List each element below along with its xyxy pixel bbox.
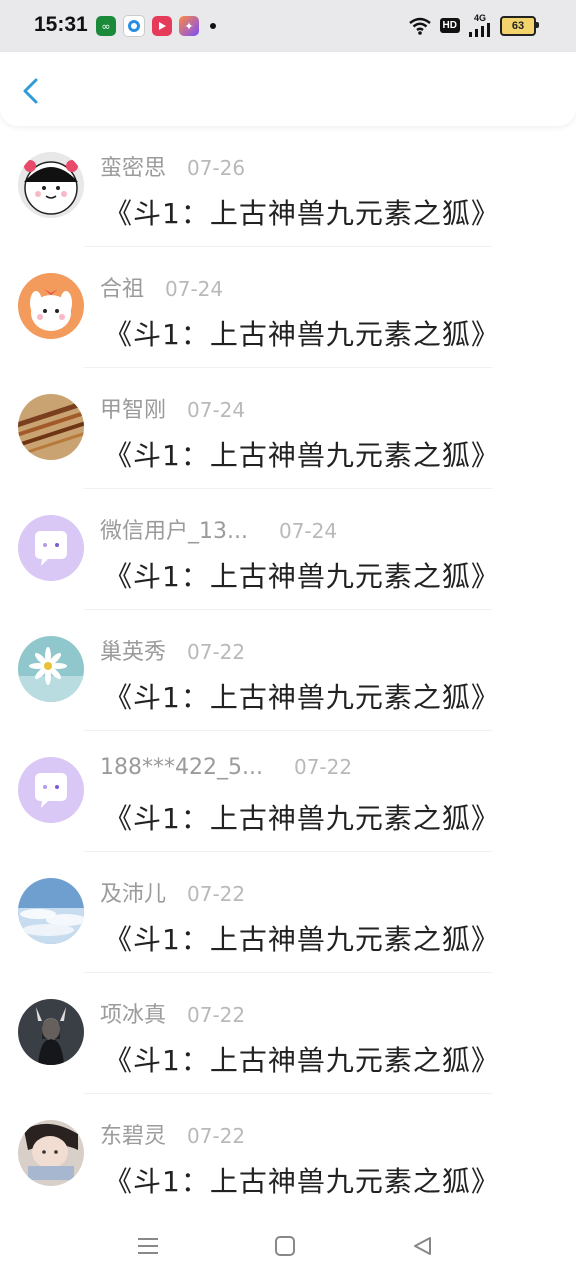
comment-text: 《斗1：上古神兽九元素之狐》 [104,681,500,714]
status-time: 15:31 [34,13,88,36]
more-notifications-dot [210,23,216,29]
back-button[interactable] [18,74,48,108]
notification-icons: ∞ ✦ [96,15,216,37]
home-square-icon [275,1236,295,1256]
comment-header: 微信用户_13... 07-24 [100,513,338,545]
list-item[interactable]: 微信用户_13... 07-24 《斗1：上古神兽九元素之狐》 [0,489,576,610]
comment-header: 188***422_5... 07-22 [100,755,352,785]
nav-back-button[interactable] [408,1232,436,1260]
comment-header: 巢英秀 07-22 [100,634,246,666]
avatar[interactable] [18,515,84,581]
comment-date: 07-22 [293,755,353,779]
comment-date: 07-22 [187,882,246,906]
user-name[interactable]: 微信用户_13... [100,513,248,545]
comment-header: 项冰真 07-22 [100,997,246,1029]
browser-notification-icon [123,15,145,37]
nav-menu-button[interactable] [134,1232,162,1260]
avatar[interactable] [18,394,84,460]
comment-date: 07-24 [278,519,338,543]
app-header [0,52,576,126]
back-triangle-icon [414,1237,431,1255]
comment-date: 07-24 [165,277,224,301]
avatar[interactable] [18,636,84,702]
user-name[interactable]: 甲智刚 [100,392,166,424]
signal-icon [469,23,490,37]
user-name[interactable]: 巢英秀 [100,634,166,666]
user-name[interactable]: 蛮密思 [100,150,166,182]
system-navigation-bar [0,1210,576,1280]
avatar[interactable] [18,757,84,823]
comment-date: 07-22 [187,1124,246,1148]
signal-group: 4G [468,14,492,37]
user-name[interactable]: 东碧灵 [100,1118,166,1150]
comment-date: 07-26 [187,156,246,180]
list-item[interactable]: 甲智刚 07-24 《斗1：上古神兽九元素之狐》 [0,368,576,489]
user-name[interactable]: 188***422_5... [100,755,263,780]
gallery-notification-icon: ✦ [179,16,199,36]
chevron-left-icon [23,78,38,104]
status-bar: 15:31 ∞ ✦ HD 4G 63 [0,0,576,52]
comment-date: 07-22 [187,1003,246,1027]
app-notification-icon: ∞ [96,16,116,36]
avatar[interactable] [18,273,84,339]
list-item[interactable]: 巢英秀 07-22 《斗1：上古神兽九元素之狐》 [0,610,576,731]
comment-date: 07-24 [187,398,246,422]
comment-text: 《斗1：上古神兽九元素之狐》 [104,318,500,351]
comment-text: 《斗1：上古神兽九元素之狐》 [104,560,500,593]
list-item[interactable]: 合祖 07-24 《斗1：上古神兽九元素之狐》 [0,247,576,368]
list-item[interactable]: 蛮密思 07-26 《斗1：上古神兽九元素之狐》 [0,126,576,247]
comment-header: 合祖 07-24 [100,271,224,303]
comment-header: 甲智刚 07-24 [100,392,246,424]
comment-header: 蛮密思 07-26 [100,150,246,182]
nav-home-button[interactable] [271,1232,299,1260]
avatar[interactable] [18,1120,84,1186]
list-item[interactable]: 东碧灵 07-22 《斗1：上古神兽九元素之狐》 [0,1094,576,1215]
avatar[interactable] [18,152,84,218]
list-item[interactable]: 188***422_5... 07-22 《斗1：上古神兽九元素之狐》 [0,731,576,852]
comment-text: 《斗1：上古神兽九元素之狐》 [104,1165,500,1198]
wifi-icon [408,17,431,35]
comment-text: 《斗1：上古神兽九元素之狐》 [104,1044,500,1077]
network-type-label: 4G [473,13,486,23]
battery-indicator: 63 [500,15,539,36]
user-name[interactable]: 及沛儿 [100,876,166,908]
system-icons: HD 4G 63 [408,14,539,37]
comment-text: 《斗1：上古神兽九元素之狐》 [104,197,500,230]
comment-text: 《斗1：上古神兽九元素之狐》 [104,439,500,472]
comment-header: 及沛儿 07-22 [100,876,246,908]
avatar[interactable] [18,878,84,944]
comment-list: 蛮密思 07-26 《斗1：上古神兽九元素之狐》 合祖 07-24 《斗1：上古… [0,126,576,1215]
comment-text: 《斗1：上古神兽九元素之狐》 [104,802,500,835]
hd-badge: HD [439,18,460,33]
video-notification-icon [152,16,172,36]
comment-date: 07-22 [187,640,246,664]
user-name[interactable]: 合祖 [100,271,144,303]
comment-text: 《斗1：上古神兽九元素之狐》 [104,923,500,956]
list-item[interactable]: 及沛儿 07-22 《斗1：上古神兽九元素之狐》 [0,852,576,973]
user-name[interactable]: 项冰真 [100,997,166,1029]
menu-icon [138,1238,158,1254]
avatar[interactable] [18,999,84,1065]
comment-header: 东碧灵 07-22 [100,1118,246,1150]
list-item[interactable]: 项冰真 07-22 《斗1：上古神兽九元素之狐》 [0,973,576,1094]
